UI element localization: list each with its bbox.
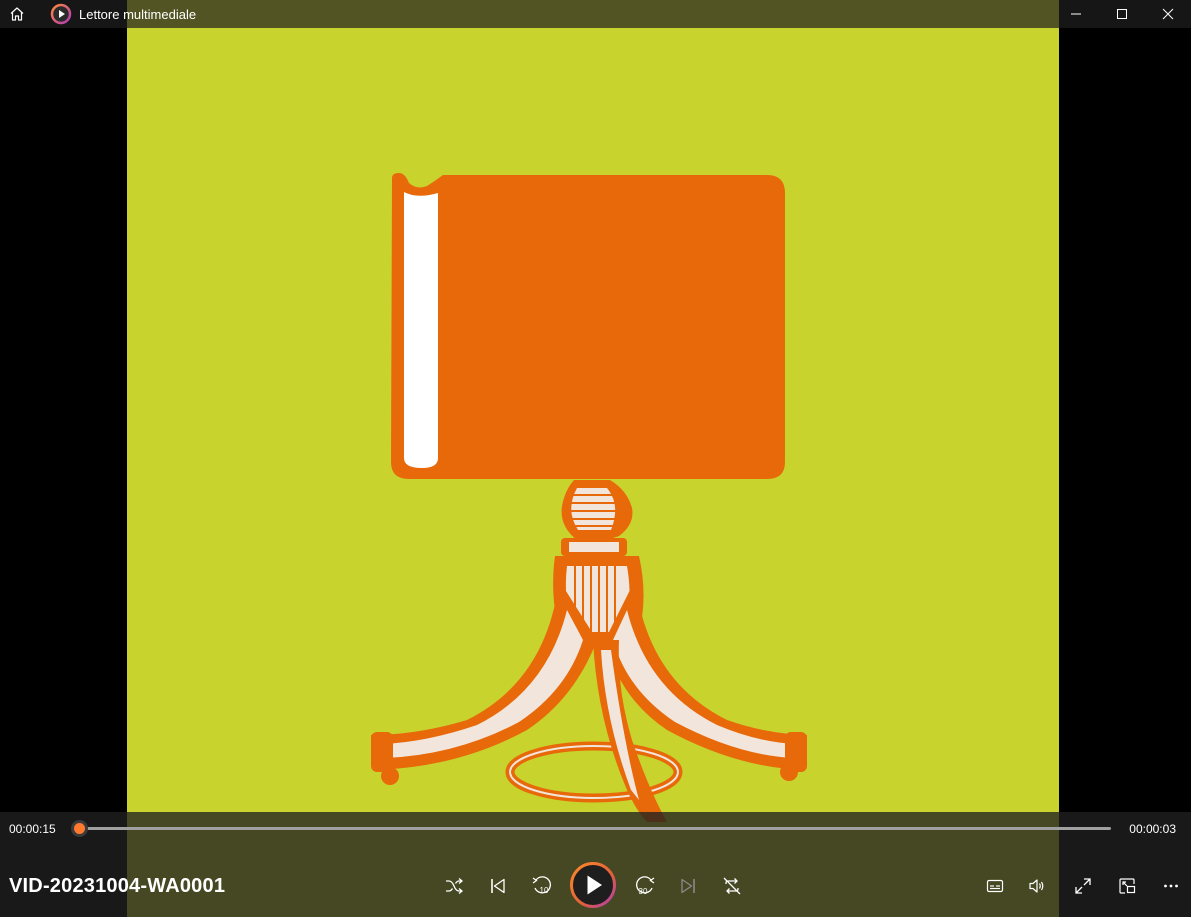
- video-frame[interactable]: [127, 0, 1059, 917]
- volume-icon: [1029, 879, 1044, 893]
- minimize-icon: [1071, 13, 1081, 15]
- volume-button[interactable]: [1021, 870, 1053, 902]
- video-artwork: [371, 173, 807, 822]
- maximize-icon: [1117, 9, 1127, 19]
- captions-icon: [986, 879, 1004, 893]
- play-icon: [570, 862, 616, 908]
- maximize-button[interactable]: [1099, 0, 1145, 28]
- captions-button[interactable]: [979, 870, 1011, 902]
- window-title: Lettore multimediale: [79, 6, 197, 22]
- forward-30-button[interactable]: 30: [629, 870, 661, 902]
- previous-track-icon: [491, 878, 505, 894]
- playback-controls-bar: 00:00:15 00:00:03 VID-20231004-WA0001 10: [0, 812, 1191, 917]
- forward-30-icon: 30: [636, 876, 655, 896]
- more-icon: [1164, 884, 1178, 888]
- close-button[interactable]: [1145, 0, 1191, 28]
- repeat-off-icon: [723, 877, 741, 895]
- miniplayer-button[interactable]: [1111, 870, 1143, 902]
- close-icon: [1162, 8, 1174, 20]
- svg-text:10: 10: [540, 886, 549, 895]
- rewind-10-icon: 10: [532, 876, 551, 895]
- play-pause-button[interactable]: [569, 861, 617, 909]
- window-controls: [1053, 0, 1191, 28]
- shuffle-button[interactable]: [438, 870, 470, 902]
- app-icon: [50, 3, 72, 25]
- minimize-button[interactable]: [1053, 0, 1099, 28]
- more-options-button[interactable]: [1155, 870, 1187, 902]
- miniplayer-icon: [1119, 878, 1136, 894]
- video-area[interactable]: [0, 0, 1191, 917]
- next-track-icon: [681, 878, 695, 894]
- previous-button[interactable]: [482, 870, 514, 902]
- seek-bar-thumb[interactable]: [74, 823, 85, 834]
- repeat-button[interactable]: [716, 870, 748, 902]
- title-bar: Lettore multimediale: [0, 0, 1191, 28]
- current-time: 00:00:15: [9, 822, 56, 836]
- rewind-10-button[interactable]: 10: [526, 870, 558, 902]
- home-button[interactable]: [0, 0, 34, 28]
- remaining-time: 00:00:03: [1129, 822, 1176, 836]
- fullscreen-icon: [1075, 878, 1091, 894]
- next-button[interactable]: [672, 870, 704, 902]
- seek-bar[interactable]: [74, 823, 1111, 834]
- shuffle-icon: [446, 878, 463, 894]
- svg-text:30: 30: [639, 887, 648, 896]
- fullscreen-button[interactable]: [1067, 870, 1099, 902]
- media-title: VID-20231004-WA0001: [9, 875, 226, 897]
- home-icon: [10, 7, 24, 21]
